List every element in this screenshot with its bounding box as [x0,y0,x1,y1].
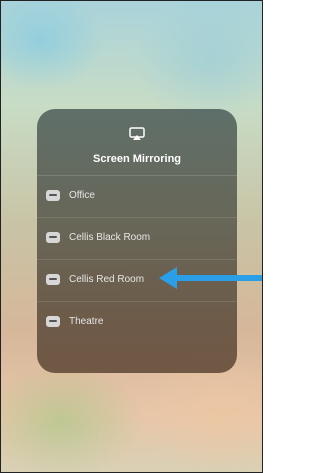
apple-tv-icon [46,274,60,285]
device-item-office[interactable]: Office [37,176,237,218]
arrow-left-icon [159,267,262,289]
apple-tv-icon [46,316,60,327]
panel-header: Screen Mirroring [37,109,237,176]
apple-tv-icon [46,232,60,243]
airplay-icon [129,127,145,140]
panel-title: Screen Mirroring [92,153,182,165]
device-label: Theatre [69,316,104,327]
device-list: Office Cellis Black Room Cellis Red Room… [37,176,237,343]
device-item-theatre[interactable]: Theatre [37,302,237,343]
apple-tv-icon [46,190,60,201]
control-center-background: Screen Mirroring Office Cellis Black Roo… [0,0,263,473]
device-label: Cellis Red Room [69,274,145,285]
device-item-cellis-black-room[interactable]: Cellis Black Room [37,218,237,260]
device-label: Cellis Black Room [69,232,151,243]
screen-mirroring-panel: Screen Mirroring Office Cellis Black Roo… [37,109,237,373]
device-label: Office [69,190,95,201]
